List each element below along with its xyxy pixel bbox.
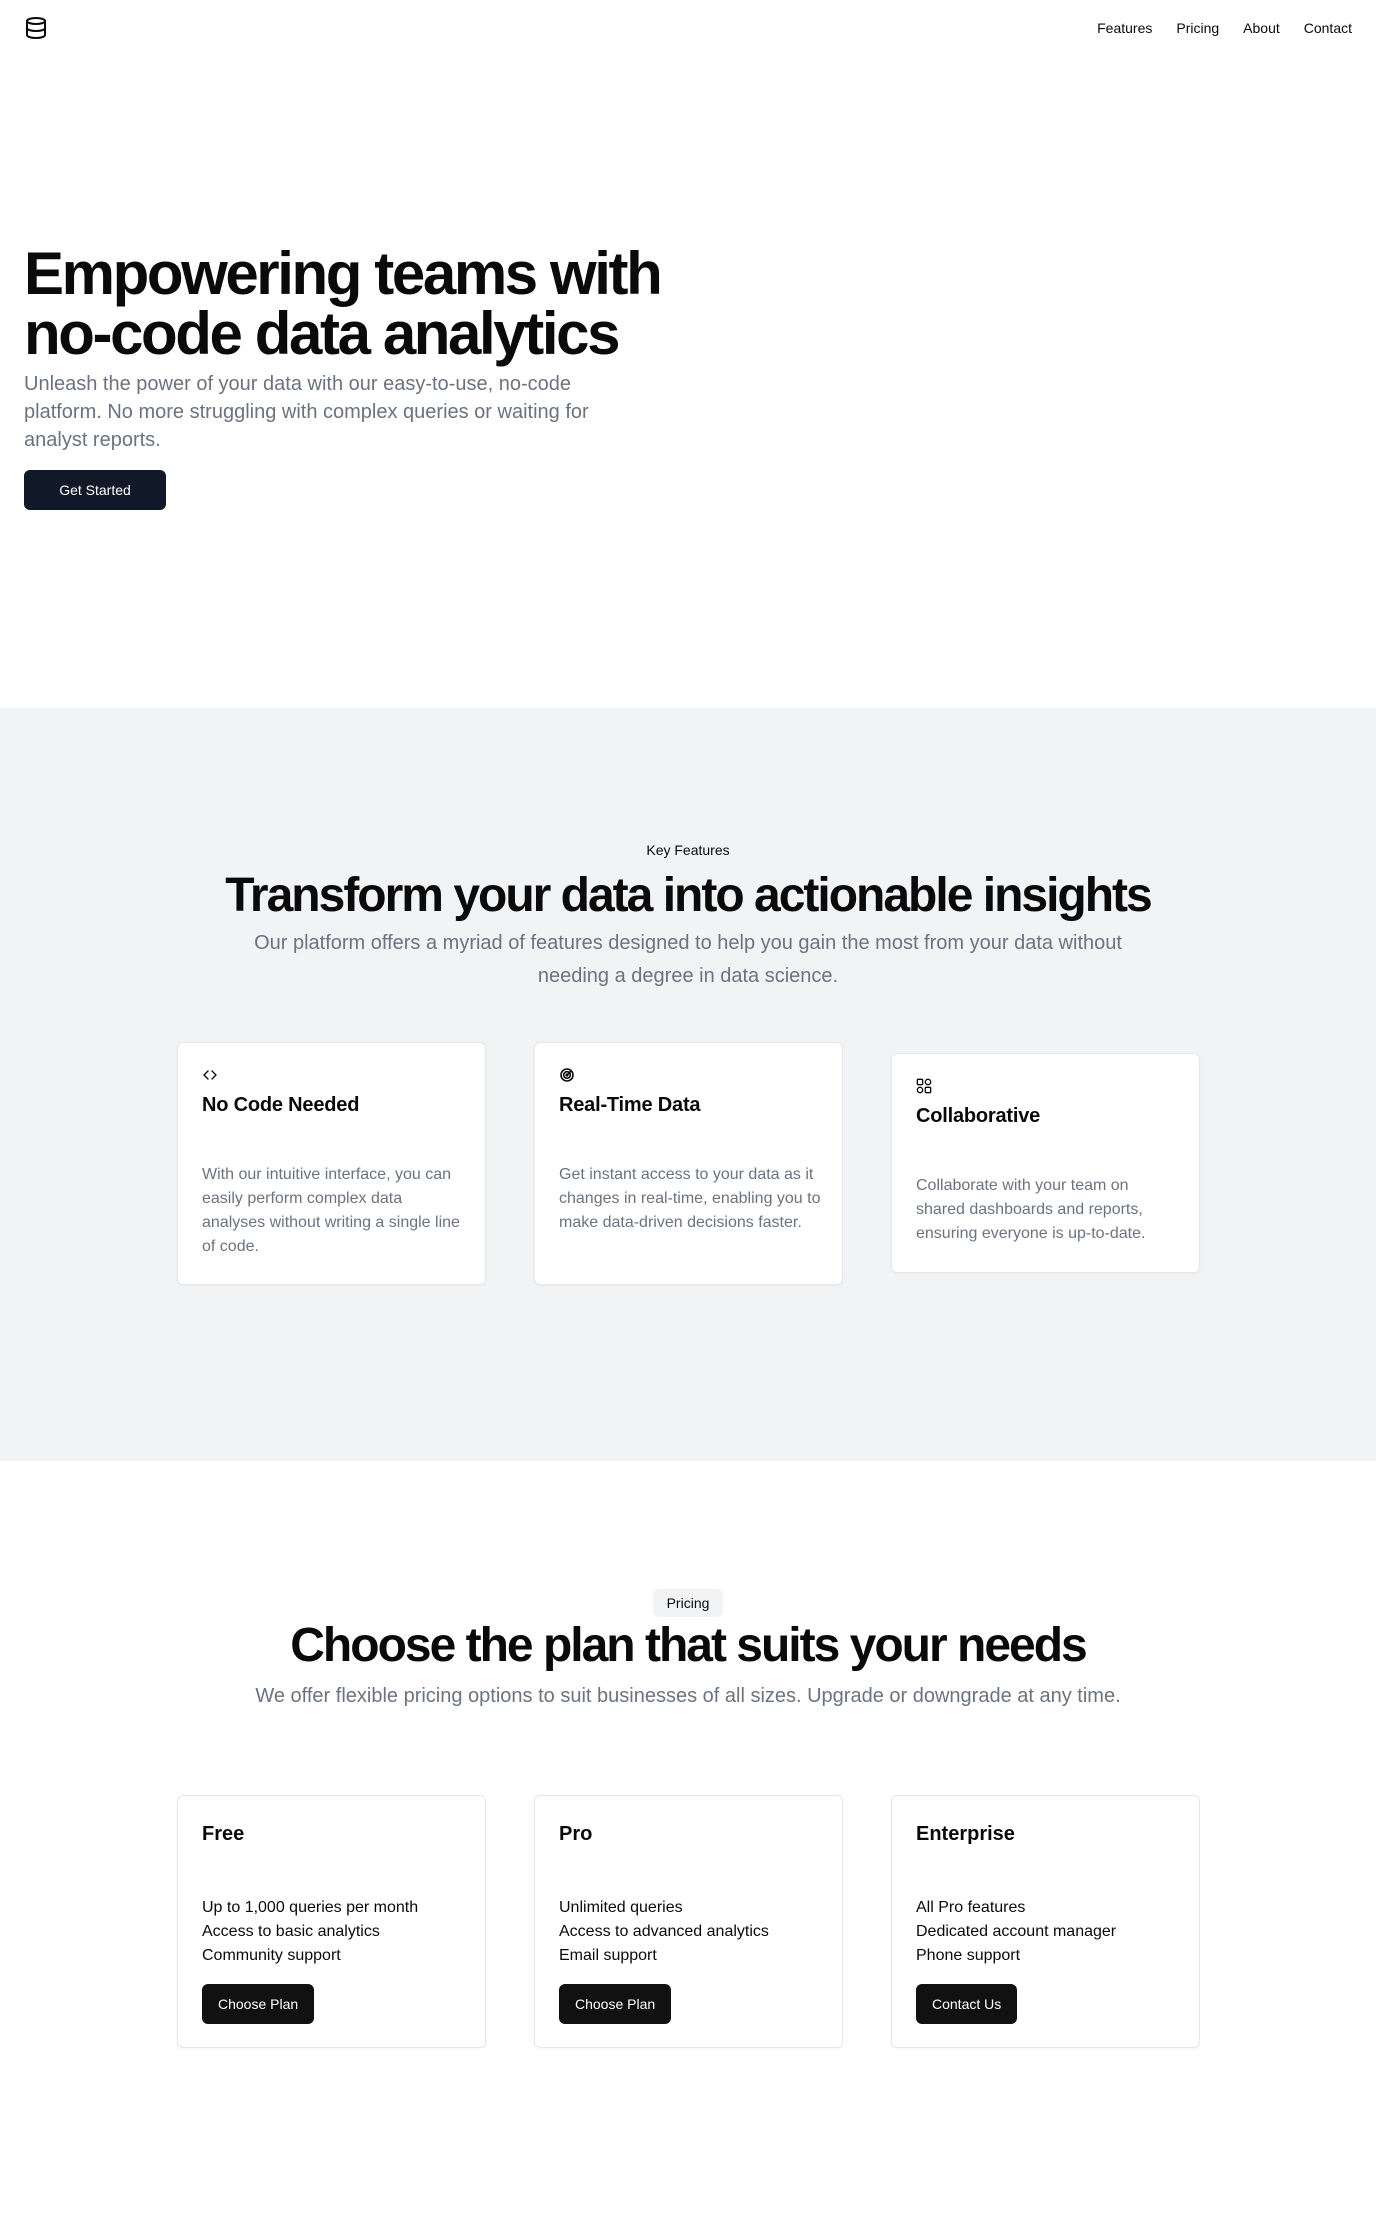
plan-feature-item: Access to advanced analytics [559,1923,769,1940]
plan-feature-item: Phone support [916,1947,1021,1964]
plan-feature-item: Community support [202,1947,341,1964]
plan-card-free: Free Up to 1,000 queries per month Acces… [177,1795,486,2048]
database-icon[interactable] [24,16,48,40]
features-eyebrow: Key Features [646,842,730,858]
feature-card-title: Real-Time Data [559,1094,701,1116]
contact-us-button[interactable]: Contact Us [916,1984,1018,2024]
plan-feature-item: Dedicated account manager [916,1923,1117,1940]
plan-name: Enterprise [916,1823,1015,1845]
plan-card-enterprise: Enterprise All Pro features Dedicated ac… [891,1795,1200,2048]
nav-link-contact[interactable]: Contact [1304,18,1352,38]
pricing-title: Choose the plan that suits your needs [290,1619,1087,1672]
plan-name: Pro [559,1823,593,1845]
plan-feature-list: Up to 1,000 queries per month Access to … [202,1896,418,1968]
hero-subtitle: Unleash the power of your data with our … [24,373,589,451]
choose-plan-pro-button[interactable]: Choose Plan [559,1984,672,2024]
plan-feature-item: Up to 1,000 queries per month [202,1899,419,1916]
feature-card-description: Collaborate with your team on shared das… [916,1177,1146,1242]
features-subtitle: Our platform offers a myriad of features… [254,932,1122,987]
feature-card-description: With our intuitive interface, you can ea… [202,1166,460,1255]
radar-icon [560,1068,574,1082]
plan-feature-item: Email support [559,1947,657,1964]
collaboration-icon [916,1078,932,1094]
features-section: Key Features Transform your data into ac… [0,708,1376,1461]
plan-feature-item: All Pro features [916,1899,1026,1916]
feature-card-description: Get instant access to your data as it ch… [559,1166,821,1231]
plan-feature-item: Unlimited queries [559,1899,683,1916]
feature-card-title: No Code Needed [202,1094,360,1116]
nav-link-pricing[interactable]: Pricing [1176,18,1219,38]
hero-title-line-2: no-code data analytics [24,300,620,367]
plan-card-pro: Pro Unlimited queries Access to advanced… [534,1795,843,2048]
main-nav: Features Pricing About Contact [1097,18,1352,38]
feature-card-title: Collaborative [916,1105,1041,1127]
code-icon [203,1070,217,1080]
feature-card-no-code: No Code Needed With our intuitive interf… [177,1042,486,1285]
get-started-button[interactable]: Get Started [24,470,166,510]
plan-name: Free [202,1823,245,1845]
pricing-eyebrow-badge: Pricing [653,1589,723,1617]
nav-link-features[interactable]: Features [1097,18,1152,38]
nav-link-about[interactable]: About [1243,18,1280,38]
pricing-subtitle: We offer flexible pricing options to sui… [255,1685,1121,1707]
plan-feature-item: Access to basic analytics [202,1923,380,1940]
plan-feature-list: All Pro features Dedicated account manag… [916,1896,1116,1968]
feature-card-real-time: Real-Time Data Get instant access to you… [534,1042,843,1285]
features-title: Transform your data into actionable insi… [225,869,1152,922]
site-header: Features Pricing About Contact [0,0,1376,56]
hero-title-line-1: Empowering teams with [24,240,663,307]
plan-feature-list: Unlimited queries Access to advanced ana… [559,1896,769,1968]
feature-card-collaborative: Collaborative Collaborate with your team… [891,1053,1200,1273]
choose-plan-free-button[interactable]: Choose Plan [202,1984,315,2024]
hero-title: Empowering teams with no-code data analy… [24,244,724,364]
hero-section: Empowering teams with no-code data analy… [24,244,724,510]
